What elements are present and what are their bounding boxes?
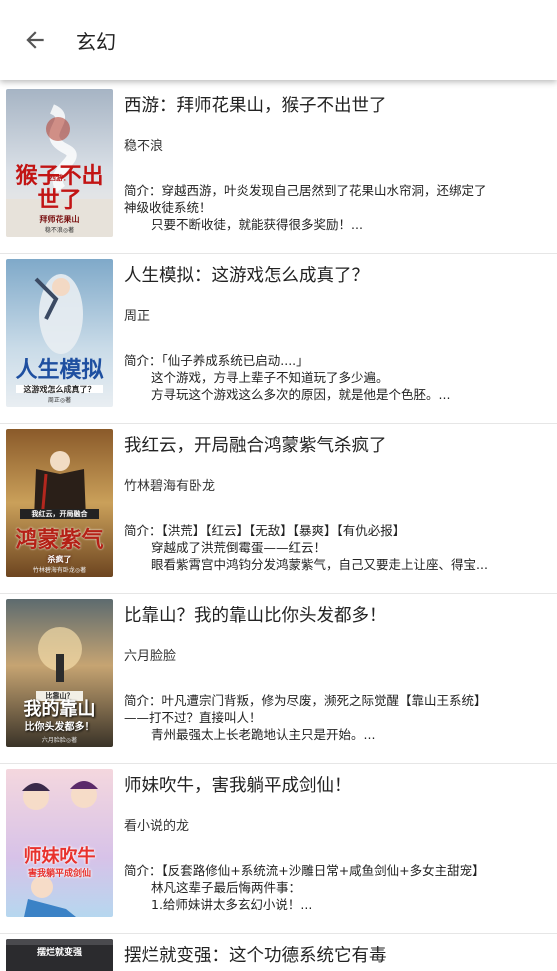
cover-art <box>6 769 113 917</box>
book-title[interactable]: 我红云，开局融合鸿蒙紫气杀疯了 <box>124 434 544 458</box>
intro-line: 【洪荒】【红云】【无敌】【暴爽】【有仇必报】 <box>161 523 406 538</box>
book-cover: 人生模拟 这游戏怎么成真了？ 周正◎著 <box>6 259 113 407</box>
cover-author: 稳不浪◎著 <box>44 227 75 234</box>
book-author: 六月脸脸 <box>124 649 177 664</box>
book-list: 西游： 猴子不出世了 拜师花果山 稳不浪◎著 西游：拜师花果山，猴子不出世了 稳… <box>0 84 557 971</box>
list-item[interactable]: 我红云，开局融合 鸿蒙紫气 杀疯了 竹林碧海有卧龙◎著 我红云，开局融合鸿蒙紫气… <box>0 424 557 594</box>
intro-line: 【反套路修仙+系统流+沙雕日常+咸鱼剑仙+多女主甜宠】 <box>161 863 485 878</box>
book-info: 人生模拟：这游戏怎么成真了？ 周正 <box>124 264 544 326</box>
book-title[interactable]: 师妹吹牛，害我躺平成剑仙！ <box>124 774 544 798</box>
cover-top-text: 我红云，开局融合 <box>20 509 99 519</box>
intro-label: 简介： <box>124 693 162 708</box>
intro-line: ——打不过？直接叫人！ <box>124 710 262 725</box>
arrow-back-icon <box>26 31 44 49</box>
book-cover: 西游： 猴子不出世了 拜师花果山 稳不浪◎著 <box>6 89 113 237</box>
book-info: 西游：拜师花果山，猴子不出世了 稳不浪 <box>124 94 544 156</box>
book-author: 周正 <box>124 309 151 324</box>
cover-title: 人生模拟 这游戏怎么成真了？ <box>15 356 104 394</box>
book-cover: 摆烂就变强 <box>6 939 113 971</box>
book-title[interactable]: 西游：拜师花果山，猴子不出世了 <box>124 94 544 118</box>
intro-line: 穿越西游，叶炎发现自己居然到了花果山水帘洞，还绑定了 <box>161 183 487 198</box>
cover-top-text: 摆烂就变强 <box>36 948 82 958</box>
intro-label: 简介： <box>124 863 162 878</box>
book-title[interactable]: 比靠山？我的靠山比你头发都多！ <box>124 604 544 628</box>
intro-line: 只要不断收徒，就能获得很多奖励！... <box>151 217 363 232</box>
back-button[interactable] <box>0 0 70 80</box>
book-intro: 简介：【洪荒】【红云】【无敌】【暴爽】【有仇必报】 穿越成了洪荒倒霉蛋——红云！… <box>124 522 534 573</box>
cover-title: 我的靠山 比你头发都多！ <box>23 698 96 733</box>
cover-title: 师妹吹牛 害我躺平成剑仙 <box>23 845 96 879</box>
intro-line: 1.给师妹讲太多玄幻小说！... <box>151 897 313 912</box>
list-item[interactable]: 西游： 猴子不出世了 拜师花果山 稳不浪◎著 西游：拜师花果山，猴子不出世了 稳… <box>0 84 557 254</box>
book-intro: 简介：【反套路修仙+系统流+沙雕日常+咸鱼剑仙+多女主甜宠】 林凡这辈子最后悔两… <box>124 862 534 913</box>
intro-line: 神级收徒系统！ <box>124 200 212 215</box>
intro-line: 方寻玩这个游戏这么多次的原因，就是他是个色胚。... <box>151 387 451 402</box>
intro-line: 青州最强太上长老跪地认主只是开始。... <box>151 727 376 742</box>
book-cover: 比靠山？ 我的靠山 比你头发都多！ 六月脸脸◎著 <box>6 599 113 747</box>
app-bar: 玄幻 <box>0 0 557 80</box>
cover-author: 周正◎著 <box>47 397 72 404</box>
book-author: 竹林碧海有卧龙 <box>124 479 216 494</box>
cover-title: 猴子不出世了 拜师花果山 <box>15 163 104 224</box>
book-intro: 简介：叶凡遭宗门背叛，修为尽废，濒死之际觉醒【靠山王系统】 ——打不过？直接叫人… <box>124 692 534 743</box>
list-item[interactable]: 师妹吹牛 害我躺平成剑仙 师妹吹牛，害我躺平成剑仙！ 看小说的龙 简介：【反套路… <box>0 764 557 934</box>
intro-line: 眼看紫霄宫中鸿钧分发鸿蒙紫气，自己又要走上让座、得宝... <box>151 557 488 572</box>
intro-line: 叶凡遭宗门背叛，修为尽废，濒死之际觉醒【靠山王系统】 <box>161 693 487 708</box>
book-cover: 师妹吹牛 害我躺平成剑仙 <box>6 769 113 917</box>
list-item[interactable]: 人生模拟 这游戏怎么成真了？ 周正◎著 人生模拟：这游戏怎么成真了？ 周正 简介… <box>0 254 557 424</box>
intro-label: 简介： <box>124 523 162 538</box>
intro-line: 林凡这辈子最后悔两件事： <box>151 880 302 895</box>
book-cover: 我红云，开局融合 鸿蒙紫气 杀疯了 竹林碧海有卧龙◎著 <box>6 429 113 577</box>
book-author: 稳不浪 <box>124 139 164 154</box>
list-item[interactable]: 比靠山？ 我的靠山 比你头发都多！ 六月脸脸◎著 比靠山？我的靠山比你头发都多！… <box>0 594 557 764</box>
book-info: 比靠山？我的靠山比你头发都多！ 六月脸脸 <box>124 604 544 666</box>
cover-author: 竹林碧海有卧龙◎著 <box>32 567 87 574</box>
cover-title: 鸿蒙紫气 杀疯了 <box>15 526 104 564</box>
intro-label: 简介： <box>124 353 162 368</box>
cover-author: 六月脸脸◎著 <box>41 737 78 744</box>
book-intro: 简介：「仙子养成系统已启动....」 这个游戏，方寻上辈子不知道玩了多少遍。 方… <box>124 352 534 403</box>
book-info: 摆烂就变强：这个功德系统它有毒 <box>124 944 544 968</box>
book-info: 师妹吹牛，害我躺平成剑仙！ 看小说的龙 <box>124 774 544 836</box>
list-item[interactable]: 摆烂就变强 摆烂就变强：这个功德系统它有毒 <box>0 934 557 971</box>
book-title[interactable]: 摆烂就变强：这个功德系统它有毒 <box>124 944 544 968</box>
book-info: 我红云，开局融合鸿蒙紫气杀疯了 竹林碧海有卧龙 <box>124 434 544 496</box>
intro-label: 简介： <box>124 183 162 198</box>
intro-line: 穿越成了洪荒倒霉蛋——红云！ <box>151 540 327 555</box>
intro-line: 「仙子养成系统已启动....」 <box>161 353 309 368</box>
book-author: 看小说的龙 <box>124 819 190 834</box>
book-intro: 简介：穿越西游，叶炎发现自己居然到了花果山水帘洞，还绑定了 神级收徒系统！ 只要… <box>124 182 534 233</box>
page-title: 玄幻 <box>76 29 116 54</box>
intro-line: 这个游戏，方寻上辈子不知道玩了多少遍。 <box>151 370 389 385</box>
book-title[interactable]: 人生模拟：这游戏怎么成真了？ <box>124 264 544 288</box>
